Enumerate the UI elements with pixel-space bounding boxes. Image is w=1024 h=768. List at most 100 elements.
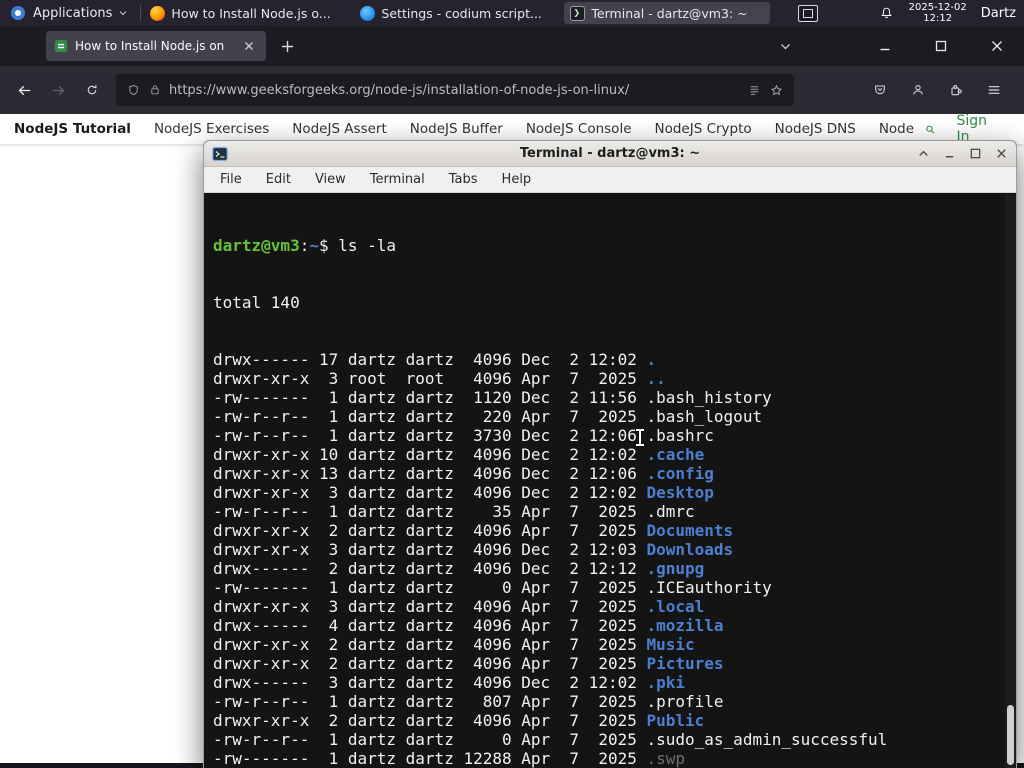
window-minimize-button[interactable] <box>872 33 898 59</box>
forward-button[interactable] <box>42 75 74 105</box>
file-row: drwxr-xr-x 10 dartz dartz 4096 Dec 2 12:… <box>213 445 1016 464</box>
minimize-icon <box>880 48 890 51</box>
new-tab-button[interactable] <box>274 33 300 59</box>
taskbar-item[interactable]: Terminal - dartz@vm3: ~ <box>564 2 771 24</box>
reader-view-icon[interactable] <box>747 83 762 98</box>
tray-window-icon[interactable] <box>797 4 818 22</box>
search-icon[interactable] <box>924 121 936 138</box>
close-icon <box>245 42 253 50</box>
gfg-nav-item[interactable]: NodeJS Exercises <box>154 121 269 137</box>
chevron-down-icon <box>780 43 790 49</box>
panel-divider <box>140 5 142 21</box>
file-listing: drwx------ 17 dartz dartz 4096 Dec 2 12:… <box>213 350 1016 768</box>
file-meta: drwxr-xr-x 3 dartz dartz 4096 Dec 2 12:0… <box>213 540 647 559</box>
bookmark-star-icon[interactable] <box>769 83 784 98</box>
refresh-icon <box>87 85 97 95</box>
notification-bell-icon[interactable] <box>878 5 895 22</box>
gfg-nav-item[interactable]: NodeJS DNS <box>775 121 856 137</box>
terminal-scrollbar[interactable] <box>1005 194 1016 768</box>
window-close-button[interactable] <box>984 33 1010 59</box>
file-row: -rw-r--r-- 1 dartz dartz 220 Apr 7 2025 … <box>213 407 1016 426</box>
file-meta: -rw------- 1 dartz dartz 0 Apr 7 2025 <box>213 578 647 597</box>
file-name: .ICEauthority <box>646 578 772 597</box>
shade-window-icon[interactable] <box>917 147 930 160</box>
gfg-nav-item[interactable]: NodeJS Console <box>526 121 632 137</box>
file-name: .local <box>646 597 705 616</box>
gfg-nav-item[interactable]: NodeJS Crypto <box>655 121 752 137</box>
top-panel: Applications How to Install Node.js o...… <box>0 0 1024 26</box>
firefox-icon <box>150 5 166 21</box>
file-name: Desktop <box>646 483 714 502</box>
prompt-separator: : <box>299 236 310 255</box>
gfg-nav-item[interactable]: NodeJS Tutorial <box>14 121 131 137</box>
file-row: drwxr-xr-x 3 dartz dartz 4096 Dec 2 12:0… <box>213 483 1016 502</box>
file-meta: -rw------- 1 dartz dartz 12288 Apr 7 202… <box>213 749 647 768</box>
list-all-tabs-button[interactable] <box>772 33 798 59</box>
tab-close-button[interactable] <box>240 37 258 55</box>
browser-tab-bar: How to Install Node.js on <box>0 26 1024 66</box>
file-row: -rw------- 1 dartz dartz 12288 Apr 7 202… <box>213 749 1016 768</box>
applications-menu-button[interactable]: Applications <box>0 0 137 26</box>
file-meta: -rw-r--r-- 1 dartz dartz 35 Apr 7 2025 <box>213 502 647 521</box>
menu-view[interactable]: View <box>315 172 346 187</box>
file-meta: -rw------- 1 dartz dartz 1120 Dec 2 11:5… <box>213 388 647 407</box>
file-name: Documents <box>646 521 734 540</box>
file-row: drwxr-xr-x 3 dartz dartz 4096 Apr 7 2025… <box>213 597 1016 616</box>
browser-tab[interactable]: How to Install Node.js on <box>46 31 266 61</box>
terminal-titlebar[interactable]: Terminal - dartz@vm3: ~ <box>204 141 1016 167</box>
minimize-icon[interactable] <box>943 147 956 160</box>
file-row: drwx------ 2 dartz dartz 4096 Dec 2 12:1… <box>213 559 1016 578</box>
account-icon[interactable] <box>902 75 934 105</box>
file-name: .bash_logout <box>646 407 763 426</box>
menu-help[interactable]: Help <box>502 172 532 187</box>
chevron-down-icon <box>119 11 127 16</box>
maximize-icon[interactable] <box>969 147 982 160</box>
taskbar-item[interactable]: How to Install Node.js o... <box>144 2 350 24</box>
menu-edit[interactable]: Edit <box>266 172 291 187</box>
url-input[interactable]: https://www.geeksforgeeks.org/node-js/in… <box>169 83 740 98</box>
close-icon[interactable] <box>995 147 1008 160</box>
terminal-window-buttons <box>917 147 1008 160</box>
hamburger-menu-icon[interactable] <box>978 75 1010 105</box>
file-name: .swp <box>646 749 686 768</box>
gfg-nav-item[interactable]: NodeJS Buffer <box>410 121 503 137</box>
menu-file[interactable]: File <box>220 172 242 187</box>
file-name: .profile <box>646 692 724 711</box>
file-meta: -rw-r--r-- 1 dartz dartz 3730 Dec 2 12:0… <box>213 426 647 445</box>
file-name: .bash_history <box>646 388 772 407</box>
file-meta: drwxr-xr-x 2 dartz dartz 4096 Apr 7 2025 <box>213 521 647 540</box>
extensions-puzzle-icon[interactable] <box>940 75 972 105</box>
browser-toolbar: https://www.geeksforgeeks.org/node-js/in… <box>0 66 1024 114</box>
file-meta: drwxr-xr-x 2 dartz dartz 4096 Apr 7 2025 <box>213 654 647 673</box>
gfg-nav-item[interactable]: Node <box>879 121 914 137</box>
pocket-icon[interactable] <box>864 75 896 105</box>
menu-terminal[interactable]: Terminal <box>370 172 425 187</box>
file-name: .gnupg <box>646 559 705 578</box>
file-name: .. <box>646 369 666 388</box>
site-favicon <box>54 39 68 53</box>
file-name: .mozilla <box>646 616 724 635</box>
taskbar-item[interactable]: Settings - codium script... <box>354 2 560 24</box>
refresh-button[interactable] <box>76 75 108 105</box>
file-name: Pictures <box>646 654 724 673</box>
url-bar[interactable]: https://www.geeksforgeeks.org/node-js/in… <box>116 74 794 106</box>
panel-clock[interactable]: 2025-12-02 12:12 <box>909 2 967 25</box>
prompt-line: dartz@vm3:~$ ls -la <box>213 236 1016 255</box>
tracking-shield-icon[interactable] <box>126 83 141 98</box>
taskbar-item-label: Terminal - dartz@vm3: ~ <box>591 5 748 21</box>
lock-icon[interactable] <box>148 83 162 97</box>
file-name: Public <box>646 711 705 730</box>
back-button[interactable] <box>8 75 40 105</box>
window-maximize-button[interactable] <box>928 33 954 59</box>
file-meta: drwxr-xr-x 10 dartz dartz 4096 Dec 2 12:… <box>213 445 647 464</box>
terminal-output[interactable]: dartz@vm3:~$ ls -la total 140 drwx------… <box>204 194 1016 768</box>
taskbar-item-label: Settings - codium script... <box>381 5 542 21</box>
window-controls <box>772 33 1024 59</box>
file-meta: -rw-r--r-- 1 dartz dartz 0 Apr 7 2025 <box>213 730 647 749</box>
menu-tabs[interactable]: Tabs <box>449 172 478 187</box>
scrollbar-thumb[interactable] <box>1007 705 1014 765</box>
gfg-nav-item[interactable]: NodeJS Assert <box>292 121 387 137</box>
file-row: drwx------ 4 dartz dartz 4096 Apr 7 2025… <box>213 616 1016 635</box>
file-name: .config <box>646 464 714 483</box>
file-meta: drwxr-xr-x 2 dartz dartz 4096 Apr 7 2025 <box>213 711 647 730</box>
